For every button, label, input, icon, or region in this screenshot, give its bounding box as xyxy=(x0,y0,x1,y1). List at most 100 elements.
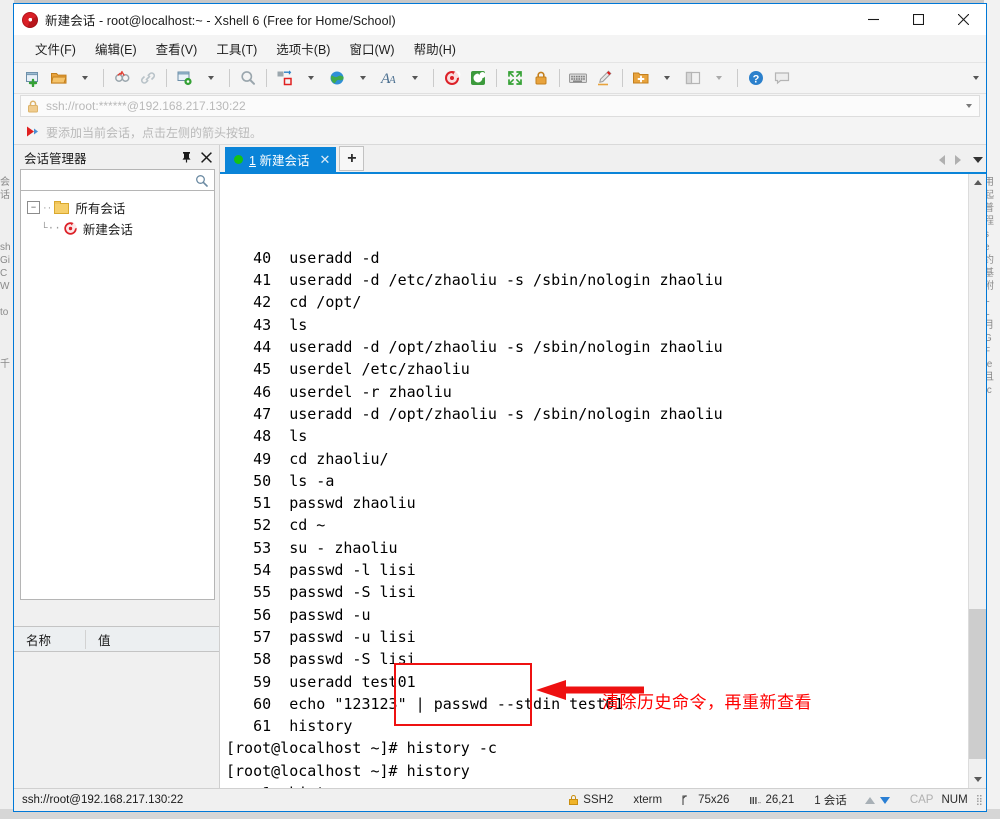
tab-title: 新建会话 xyxy=(259,154,310,168)
menu-edit[interactable]: 编辑(E) xyxy=(86,36,146,61)
maximize-button[interactable] xyxy=(896,4,941,35)
font-dropdown[interactable] xyxy=(403,66,427,90)
chevron-down-icon[interactable] xyxy=(966,151,983,169)
menu-help[interactable]: 帮助(H) xyxy=(405,36,465,61)
terminal-line: 49 cd zhaoliu/ xyxy=(226,449,389,468)
tab-close-icon[interactable]: ✕ xyxy=(319,153,330,166)
close-icon[interactable] xyxy=(197,148,215,166)
tab-new-session[interactable]: 1 新建会话 ✕ xyxy=(225,147,337,172)
tab-navigation xyxy=(934,151,983,169)
session-properties-icon[interactable] xyxy=(173,66,197,90)
svg-text:?: ? xyxy=(753,73,760,85)
desktop-bleed-left-text: 会 话 sh Gi C W to 千 xyxy=(0,177,11,370)
toolbar-overflow-button[interactable] xyxy=(971,63,982,93)
folder-icon xyxy=(54,201,70,214)
address-bar-container: ssh://root:******@192.168.217.130:22 xyxy=(14,94,986,120)
chevron-down-icon[interactable] xyxy=(966,104,972,108)
terminal-line: 52 cd ~ xyxy=(226,516,326,535)
open-folder-icon[interactable] xyxy=(47,66,71,90)
comment-icon[interactable] xyxy=(770,66,794,90)
new-session-icon[interactable] xyxy=(21,66,45,90)
terminal-line: 60 echo "123123" | passwd --stdin test01 xyxy=(226,694,624,713)
session-tree[interactable]: − ·· 所有会话 └·· 新建会话 xyxy=(20,191,215,600)
add-folder-icon[interactable] xyxy=(629,66,653,90)
new-tab-button[interactable]: + xyxy=(339,146,365,171)
terminal-output[interactable]: 40 useradd -d 41 useradd -d /etc/zhaoliu… xyxy=(220,174,968,788)
menu-tabs[interactable]: 选项卡(B) xyxy=(267,36,339,61)
add-session-hint-bar: 要添加当前会话，点击左侧的箭头按钮。 xyxy=(14,120,986,145)
status-size-label: 75x26 xyxy=(698,794,730,806)
add-folder-dropdown[interactable] xyxy=(655,66,679,90)
window-controls xyxy=(851,4,986,35)
triangle-down-icon[interactable] xyxy=(969,771,986,788)
tree-node-new-session[interactable]: └·· 新建会话 xyxy=(21,218,214,239)
layout-dropdown[interactable] xyxy=(707,66,731,90)
search-icon[interactable] xyxy=(195,174,208,187)
tree-node-all-sessions[interactable]: − ·· 所有会话 xyxy=(21,197,214,218)
highlight-pen-icon[interactable] xyxy=(592,66,616,90)
toolbar-separator xyxy=(433,69,434,87)
terminal-line: 43 ls xyxy=(226,315,308,334)
terminal-line: 61 history xyxy=(226,717,353,736)
tree-line: └·· xyxy=(41,222,61,235)
close-button[interactable] xyxy=(941,4,986,35)
triangle-up-icon[interactable] xyxy=(969,174,986,191)
scrollbar-track[interactable] xyxy=(969,191,986,771)
menu-view[interactable]: 查看(V) xyxy=(147,36,207,61)
find-icon[interactable] xyxy=(236,66,260,90)
terminal-line: [root@localhost ~]# history xyxy=(226,761,470,780)
resize-grip-icon[interactable]: ⣿ xyxy=(976,795,983,806)
chevron-left-icon[interactable] xyxy=(934,151,950,169)
main-body: 会话管理器 − ·· 所有会话 └·· 新建会话 名称 值 1 新建会话 ✕ +… xyxy=(14,145,986,788)
disconnect-icon[interactable] xyxy=(110,66,134,90)
reconnect-icon[interactable] xyxy=(136,66,160,90)
terminal-line: 54 passwd -l lisi xyxy=(226,561,416,580)
tree-node-label: 新建会话 xyxy=(82,223,133,237)
session-manager-title: 会话管理器 xyxy=(24,151,87,166)
terminal-line: 46 userdel -r zhaoliu xyxy=(226,382,452,401)
session-manager-header: 会话管理器 xyxy=(14,145,219,169)
terminal-line: 58 passwd -S lisi xyxy=(226,650,416,669)
transfer-file-icon[interactable] xyxy=(273,66,297,90)
lock-icon xyxy=(27,100,39,113)
chevron-right-icon[interactable] xyxy=(950,151,966,169)
arrow-down-icon xyxy=(879,796,890,804)
terminal-scrollbar[interactable] xyxy=(968,174,986,788)
properties-column-value: 值 xyxy=(98,633,111,648)
session-properties-dropdown[interactable] xyxy=(199,66,223,90)
keyboard-icon[interactable] xyxy=(566,66,590,90)
transfer-file-dropdown[interactable] xyxy=(299,66,323,90)
globe-dropdown[interactable] xyxy=(351,66,375,90)
tab-bar: 1 新建会话 ✕ + xyxy=(220,145,986,174)
menu-window[interactable]: 窗口(W) xyxy=(340,36,403,61)
globe-icon[interactable] xyxy=(325,66,349,90)
pin-icon[interactable] xyxy=(177,148,195,166)
connection-status-dot xyxy=(234,155,243,164)
search-input[interactable] xyxy=(21,170,195,190)
scrollbar-thumb[interactable] xyxy=(969,608,986,760)
properties-body xyxy=(14,652,219,788)
collapse-icon[interactable]: − xyxy=(27,201,40,214)
xftp-icon[interactable] xyxy=(466,66,490,90)
terminal-area: 1 新建会话 ✕ + 40 useradd -d 41 useradd -d /… xyxy=(220,145,986,788)
address-input-value[interactable]: ssh://root:******@192.168.217.130:22 xyxy=(46,99,246,113)
terminal-line: 44 useradd -d /opt/zhaoliu -s /sbin/nolo… xyxy=(226,338,723,357)
fullscreen-icon[interactable] xyxy=(503,66,527,90)
menu-tools[interactable]: 工具(T) xyxy=(207,36,266,61)
minimize-button[interactable] xyxy=(851,4,896,35)
menu-file[interactable]: 文件(F) xyxy=(26,36,85,61)
layout-icon[interactable] xyxy=(681,66,705,90)
red-arrow-icon[interactable] xyxy=(26,125,39,139)
lock-icon[interactable] xyxy=(529,66,553,90)
title-bar: 新建会话 - root@localhost:~ - Xshell 6 (Free… xyxy=(14,4,986,35)
xshell-icon[interactable] xyxy=(440,66,464,90)
resize-icon xyxy=(682,794,688,805)
address-bar[interactable]: ssh://root:******@192.168.217.130:22 xyxy=(20,95,980,117)
status-terminal-type: xterm xyxy=(633,794,663,806)
terminal-line: 47 useradd -d /opt/zhaoliu -s /sbin/nolo… xyxy=(226,404,723,423)
help-icon[interactable]: ? xyxy=(744,66,768,90)
toolbar-separator xyxy=(622,69,623,87)
font-icon[interactable]: A A xyxy=(377,66,401,90)
status-transfer-indicators xyxy=(864,796,890,804)
open-folder-dropdown[interactable] xyxy=(73,66,97,90)
